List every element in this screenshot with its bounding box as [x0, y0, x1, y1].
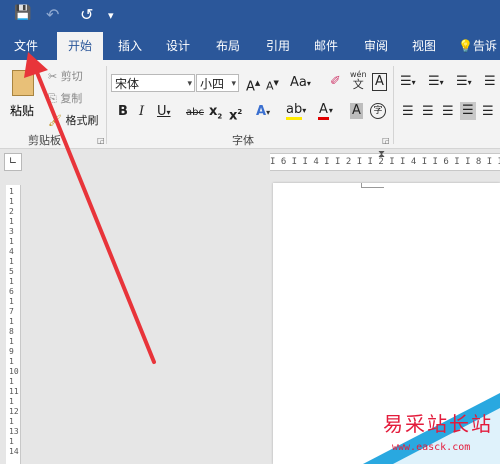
- watermark-text: 易采站长站: [383, 412, 493, 436]
- annotation-arrow: [24, 52, 156, 364]
- watermark-url: www.easck.com: [392, 442, 471, 453]
